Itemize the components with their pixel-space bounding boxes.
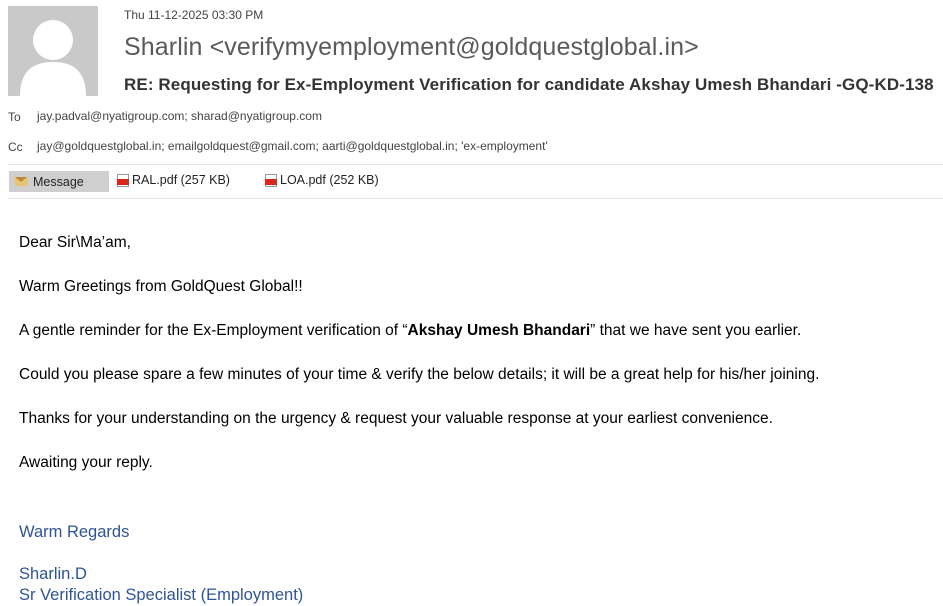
body-line-reminder: A gentle reminder for the Ex-Employment … [19,322,802,339]
message-tab[interactable]: Message [9,171,109,192]
message-tab-label: Message [33,174,84,189]
attachment-label: LOA.pdf (252 KB) [280,173,379,187]
attachment-loa[interactable]: LOA.pdf (252 KB) [265,173,379,187]
to-recipients[interactable]: jay.padval@nyatigroup.com; sharad@nyatig… [37,109,322,123]
attachments-divider [8,198,943,199]
signature-name: Sharlin.D [19,565,87,583]
candidate-name: Akshay Umesh Bhandari [407,322,591,339]
greeting: Dear Sir\Ma’am, [19,234,131,251]
pdf-icon [265,173,277,187]
sender-name[interactable]: Sharlin <verifymyemployment@goldquestglo… [124,33,699,62]
cc-recipients[interactable]: jay@goldquestglobal.in; emailgoldquest@g… [37,139,548,153]
sent-date: Thu 11-12-2025 03:30 PM [124,8,264,22]
pdf-icon [117,173,129,187]
sender-avatar[interactable] [8,6,98,96]
cc-label: Cc [8,140,23,154]
signature-regards: Warm Regards [19,523,130,541]
envelope-icon [15,177,28,186]
email-subject: RE: Requesting for Ex-Employment Verific… [124,75,934,94]
header-divider [8,164,943,165]
signature-title: Sr Verification Specialist (Employment) [19,586,304,604]
email-reading-pane: Thu 11-12-2025 03:30 PM Sharlin <verifym… [0,0,943,606]
body-line-awaiting: Awaiting your reply. [19,454,153,471]
body-line-thanks: Thanks for your understanding on the urg… [19,410,773,427]
attachment-label: RAL.pdf (257 KB) [132,173,230,187]
attachment-ral[interactable]: RAL.pdf (257 KB) [117,173,230,187]
to-label: To [8,110,21,124]
body-line-greetings: Warm Greetings from GoldQuest Global!! [19,278,303,295]
body-line-request: Could you please spare a few minutes of … [19,366,820,383]
person-silhouette-icon [20,20,86,96]
